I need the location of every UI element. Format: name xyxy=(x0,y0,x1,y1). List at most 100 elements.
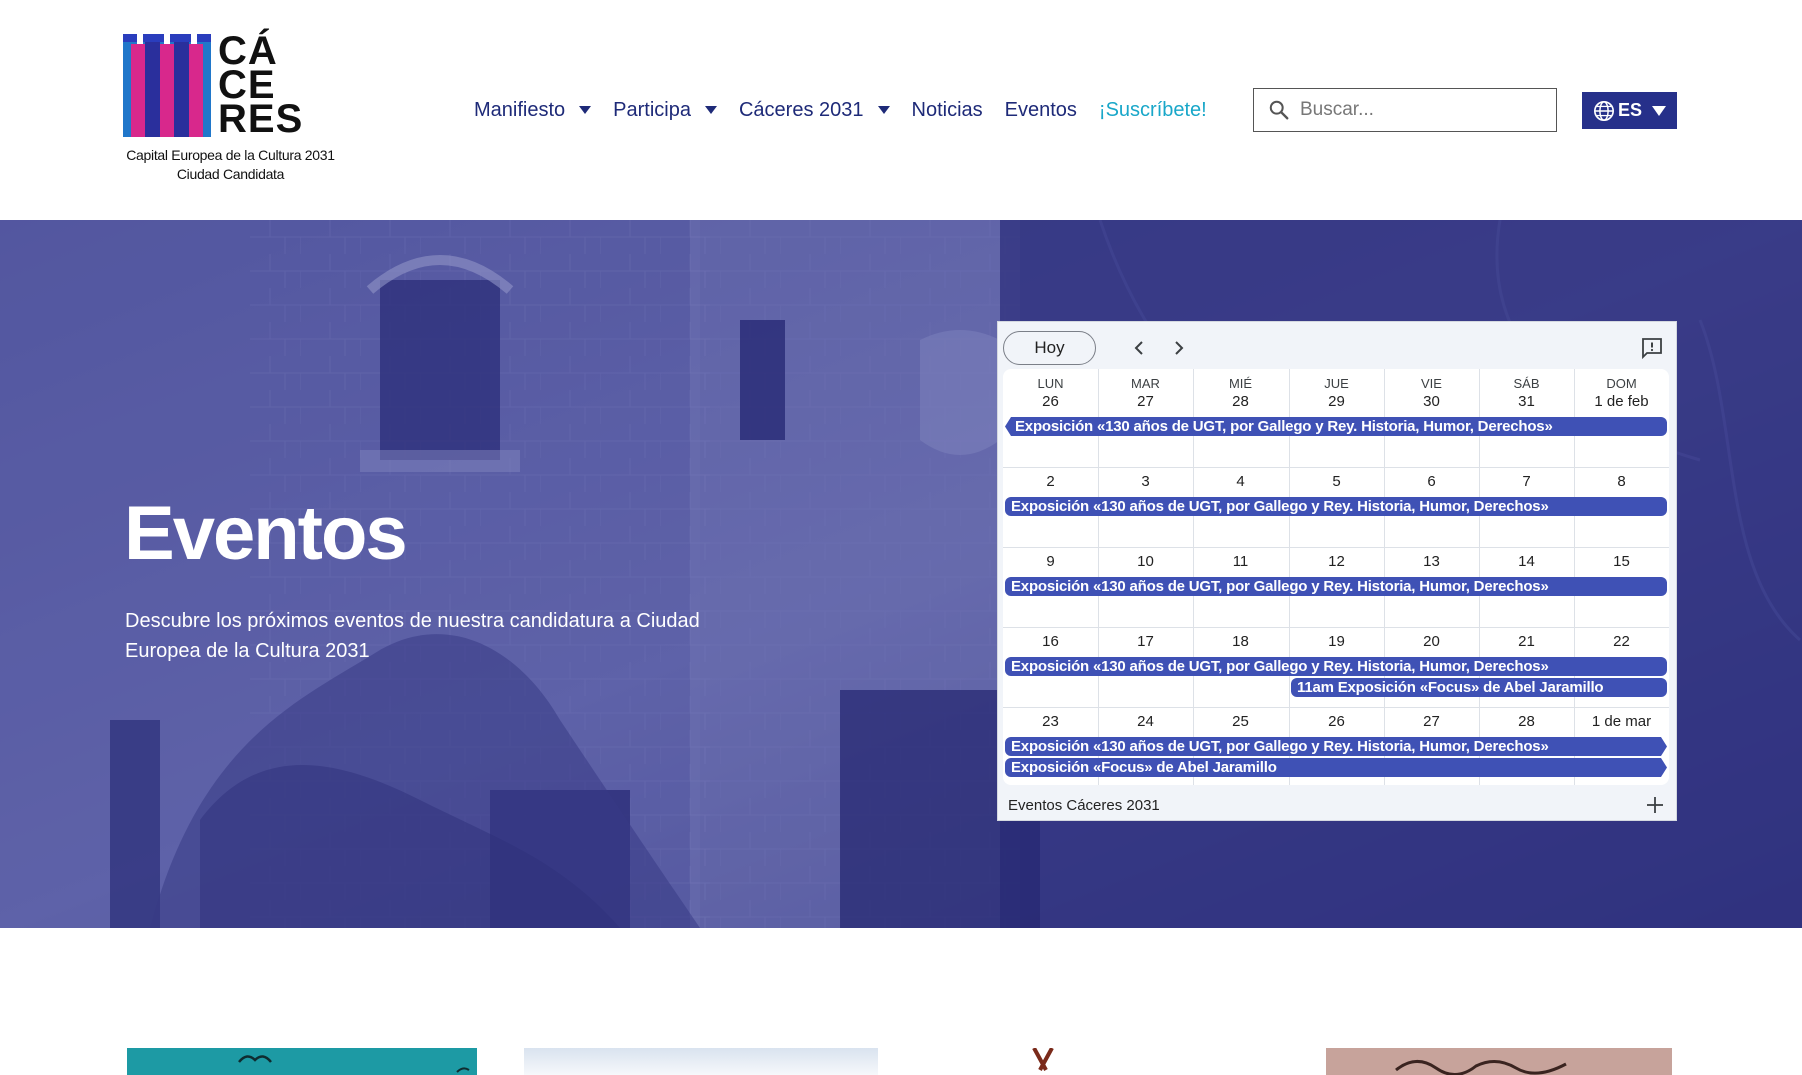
weekday-label: JUE xyxy=(1324,376,1349,391)
chevron-right-icon[interactable] xyxy=(1167,336,1191,360)
date-label[interactable]: 2 xyxy=(1003,473,1098,490)
weekday-label: SÁB xyxy=(1513,376,1540,391)
nav-item-participa[interactable]: Participa xyxy=(613,99,717,122)
chevron-left-icon[interactable] xyxy=(1127,336,1151,360)
date-label: 29 xyxy=(1328,393,1345,410)
weekday-label: DOM xyxy=(1606,376,1637,391)
date-label[interactable]: 9 xyxy=(1003,553,1098,570)
date-label[interactable]: 6 xyxy=(1384,473,1479,490)
date-label[interactable]: 7 xyxy=(1479,473,1574,490)
date-label[interactable]: 4 xyxy=(1193,473,1288,490)
date-label[interactable]: 21 xyxy=(1479,633,1574,650)
date-label[interactable]: 19 xyxy=(1289,633,1384,650)
date-label[interactable]: 10 xyxy=(1098,553,1193,570)
day-header[interactable]: JUE 29 xyxy=(1289,375,1384,411)
calendar-event[interactable]: Exposición «130 años de UGT, por Gallego… xyxy=(1005,657,1667,676)
globe-icon xyxy=(1593,100,1614,121)
date-label[interactable]: 22 xyxy=(1574,633,1669,650)
search-box[interactable] xyxy=(1253,88,1557,132)
date-label[interactable]: 13 xyxy=(1384,553,1479,570)
date-label[interactable]: 20 xyxy=(1384,633,1479,650)
day-header[interactable]: MAR 27 xyxy=(1098,375,1193,411)
date-label: 26 xyxy=(1042,393,1059,410)
date-label: 28 xyxy=(1232,393,1249,410)
chevron-down-icon xyxy=(1652,105,1666,116)
date-label: 30 xyxy=(1423,393,1440,410)
nav-label: ¡Suscríbete! xyxy=(1098,98,1207,121)
nav-label: Eventos xyxy=(1004,98,1077,121)
search-input[interactable] xyxy=(1300,99,1540,121)
day-header[interactable]: MIÉ 28 xyxy=(1193,375,1288,411)
event-card-image[interactable] xyxy=(1326,1048,1672,1075)
date-label: 1 de feb xyxy=(1594,393,1649,410)
chevron-down-icon[interactable] xyxy=(877,106,890,114)
date-label[interactable]: 25 xyxy=(1193,713,1288,730)
date-label[interactable]: 27 xyxy=(1384,713,1479,730)
page-subtitle: Descubre los próximos eventos de nuestra… xyxy=(125,610,700,662)
calendar-event[interactable]: Exposición «130 años de UGT, por Gallego… xyxy=(1005,737,1667,756)
date-label[interactable]: 12 xyxy=(1289,553,1384,570)
page-title: Eventos xyxy=(124,491,408,576)
weekday-label: MAR xyxy=(1131,376,1160,391)
language-label: ES xyxy=(1617,100,1642,120)
date-label[interactable]: 15 xyxy=(1574,553,1669,570)
date-label[interactable]: 18 xyxy=(1193,633,1288,650)
search-icon xyxy=(1269,100,1289,120)
calendar-month-grid: LUN 26 MAR 27 MIÉ 28 JUE 29 VIE 30 SÁB 31 DOM 1… xyxy=(1003,369,1669,785)
calendar-event[interactable]: Exposición «130 años de UGT, por Gallego… xyxy=(1005,577,1667,596)
feedback-icon[interactable] xyxy=(1640,336,1664,360)
logo-caption-line: Ciudad Candidata xyxy=(176,166,285,182)
chevron-down-icon[interactable] xyxy=(704,106,717,114)
grid-line xyxy=(1003,707,1669,708)
date-label: 31 xyxy=(1518,393,1535,410)
day-header[interactable]: SÁB 31 xyxy=(1479,375,1574,411)
event-card-image[interactable] xyxy=(1030,1048,1110,1075)
nav-item-caceres-2031[interactable]: Cáceres 2031 xyxy=(739,99,890,122)
calendar-event[interactable]: Exposición «130 años de UGT, por Gallego… xyxy=(1005,417,1667,436)
date-label[interactable]: 1 de mar xyxy=(1574,713,1669,730)
site-logo[interactable]: CÁ CE RES Capital Europea de la Cultura … xyxy=(123,31,338,184)
event-cards xyxy=(0,1040,1802,1075)
weekday-label: LUN xyxy=(1037,376,1064,391)
date-label[interactable]: 26 xyxy=(1289,713,1384,730)
event-card-image[interactable] xyxy=(524,1048,878,1075)
nav-item-manifiesto[interactable]: Manifiesto xyxy=(474,98,592,122)
main-nav: Manifiesto Participa Cáceres 2031 Notici… xyxy=(474,96,1229,124)
event-card-image[interactable] xyxy=(127,1048,477,1075)
date-label[interactable]: 28 xyxy=(1479,713,1574,730)
logo-caption: Capital Europea de la Cultura 2031 Ciuda… xyxy=(123,146,338,184)
calendar-name: Eventos Cáceres 2031 xyxy=(1008,796,1160,814)
nav-item-eventos[interactable]: Eventos xyxy=(1005,99,1077,122)
weekday-label: VIE xyxy=(1421,376,1442,391)
day-header[interactable]: DOM 1 de feb xyxy=(1574,375,1669,411)
day-header[interactable]: LUN 26 xyxy=(1003,375,1098,411)
weekday-label: MIÉ xyxy=(1228,376,1253,391)
date-label[interactable]: 8 xyxy=(1574,473,1669,490)
grid-line xyxy=(1003,547,1669,548)
date-label[interactable]: 5 xyxy=(1289,473,1384,490)
date-label[interactable]: 11 xyxy=(1193,553,1288,570)
date-label[interactable]: 23 xyxy=(1003,713,1098,730)
calendar-event[interactable]: Exposición «130 años de UGT, por Gallego… xyxy=(1005,497,1667,516)
date-label[interactable]: 17 xyxy=(1098,633,1193,650)
logo-tower-mark xyxy=(123,34,211,137)
logo-word-line: RES xyxy=(218,97,304,141)
calendar-footer: Eventos Cáceres 2031 xyxy=(998,788,1676,822)
day-header[interactable]: VIE 30 xyxy=(1384,375,1479,411)
date-label[interactable]: 14 xyxy=(1479,553,1574,570)
nav-item-noticias[interactable]: Noticias xyxy=(912,99,983,122)
logo-caption-line: Capital Europea de la Cultura 2031 xyxy=(126,147,335,163)
date-label[interactable]: 16 xyxy=(1003,633,1098,650)
language-selector[interactable]: ES xyxy=(1582,92,1677,129)
site-header: CÁ CE RES Capital Europea de la Cultura … xyxy=(0,0,1802,220)
nav-item-suscribete[interactable]: ¡Suscríbete! xyxy=(1099,99,1207,122)
plus-icon[interactable] xyxy=(1646,796,1664,814)
calendar-event[interactable]: 11am Exposición «Focus» de Abel Jaramill… xyxy=(1291,678,1667,697)
today-button[interactable]: Hoy xyxy=(1003,331,1096,365)
date-label[interactable]: 3 xyxy=(1098,473,1193,490)
date-label[interactable]: 24 xyxy=(1098,713,1193,730)
grid-line xyxy=(1003,627,1669,628)
nav-label: Manifiesto xyxy=(474,98,566,121)
chevron-down-icon[interactable] xyxy=(579,106,592,114)
calendar-event[interactable]: Exposición «Focus» de Abel Jaramillo xyxy=(1005,758,1667,777)
